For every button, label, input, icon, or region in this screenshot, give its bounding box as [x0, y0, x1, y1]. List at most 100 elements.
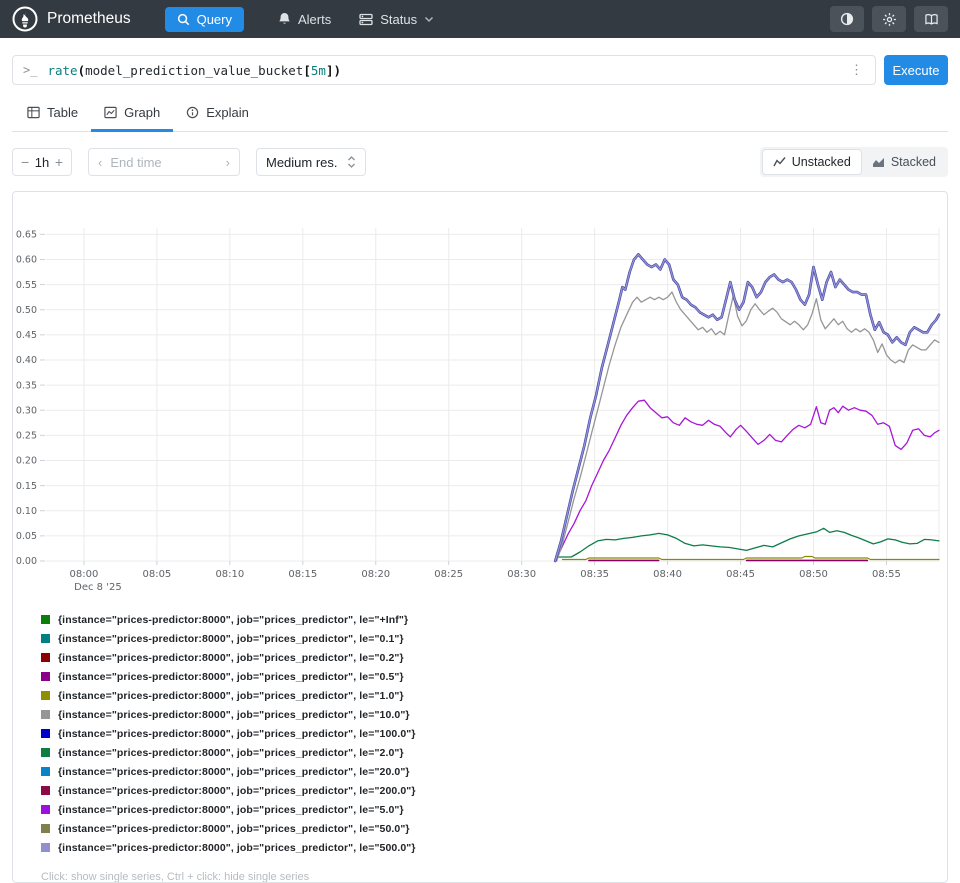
- series-legend: {instance="prices-predictor:8000", job="…: [41, 610, 947, 857]
- legend-swatch-icon: [41, 824, 50, 833]
- legend-label: {instance="prices-predictor:8000", job="…: [58, 671, 404, 683]
- legend-label: {instance="prices-predictor:8000", job="…: [58, 728, 416, 740]
- table-icon: [27, 106, 40, 119]
- nav-query-label: Query: [197, 12, 232, 27]
- nav-query-button[interactable]: Query: [165, 7, 244, 32]
- legend-item[interactable]: {instance="prices-predictor:8000", job="…: [41, 610, 947, 629]
- legend-swatch-icon: [41, 729, 50, 738]
- contrast-icon: [840, 12, 854, 26]
- nav-alerts-button[interactable]: Alerts: [266, 7, 343, 32]
- legend-item[interactable]: {instance="prices-predictor:8000", job="…: [41, 743, 947, 762]
- promql-expression[interactable]: rate(model_prediction_value_bucket[5m]): [47, 63, 848, 78]
- legend-swatch-icon: [41, 615, 50, 624]
- tab-graph-label: Graph: [124, 105, 160, 120]
- tab-table[interactable]: Table: [14, 99, 91, 132]
- legend-item[interactable]: {instance="prices-predictor:8000", job="…: [41, 705, 947, 724]
- svg-text:0.35: 0.35: [16, 380, 37, 391]
- svg-text:08:20: 08:20: [361, 569, 390, 580]
- nav-status-label: Status: [380, 12, 417, 27]
- svg-text:0.05: 0.05: [16, 531, 37, 542]
- brand-title: Prometheus: [47, 10, 131, 28]
- legend-item[interactable]: {instance="prices-predictor:8000", job="…: [41, 686, 947, 705]
- legend-item[interactable]: {instance="prices-predictor:8000", job="…: [41, 667, 947, 686]
- legend-item[interactable]: {instance="prices-predictor:8000", job="…: [41, 781, 947, 800]
- svg-text:0.20: 0.20: [16, 456, 37, 467]
- time-series-chart[interactable]: 0.000.050.100.150.200.250.300.350.400.45…: [13, 199, 947, 606]
- svg-text:08:55: 08:55: [872, 569, 901, 580]
- expression-token: rate: [47, 63, 77, 78]
- legend-swatch-icon: [41, 653, 50, 662]
- line-chart-icon: [773, 156, 786, 168]
- expression-menu-button[interactable]: ⋮: [848, 62, 865, 78]
- expression-token: 5m: [311, 63, 326, 78]
- svg-text:0.00: 0.00: [16, 556, 37, 567]
- time-forward-button[interactable]: ›: [226, 155, 230, 170]
- nav-status-menu[interactable]: Status: [347, 7, 446, 32]
- end-time-input[interactable]: End time: [110, 155, 225, 170]
- tab-explain-label: Explain: [206, 105, 249, 120]
- legend-swatch-icon: [41, 710, 50, 719]
- resolution-select[interactable]: Medium res.: [256, 148, 366, 176]
- svg-text:08:35: 08:35: [580, 569, 609, 580]
- brand[interactable]: Prometheus: [12, 6, 131, 32]
- svg-text:08:50: 08:50: [799, 569, 828, 580]
- legend-item[interactable]: {instance="prices-predictor:8000", job="…: [41, 800, 947, 819]
- legend-item[interactable]: {instance="prices-predictor:8000", job="…: [41, 838, 947, 857]
- legend-swatch-icon: [41, 748, 50, 757]
- navbar-actions: [830, 6, 948, 32]
- legend-item[interactable]: {instance="prices-predictor:8000", job="…: [41, 724, 947, 743]
- legend-label: {instance="prices-predictor:8000", job="…: [58, 842, 416, 854]
- legend-swatch-icon: [41, 786, 50, 795]
- legend-item[interactable]: {instance="prices-predictor:8000", job="…: [41, 819, 947, 838]
- unstacked-button[interactable]: Unstacked: [762, 149, 862, 175]
- tab-graph[interactable]: Graph: [91, 99, 173, 132]
- svg-text:0.45: 0.45: [16, 330, 37, 341]
- legend-swatch-icon: [41, 634, 50, 643]
- legend-item[interactable]: {instance="prices-predictor:8000", job="…: [41, 762, 947, 781]
- svg-text:Dec 8 '25: Dec 8 '25: [74, 582, 122, 593]
- docs-button[interactable]: [914, 6, 948, 32]
- svg-text:0.10: 0.10: [16, 506, 37, 517]
- range-decrease-button[interactable]: −: [21, 154, 29, 170]
- svg-text:08:05: 08:05: [142, 569, 171, 580]
- range-increase-button[interactable]: +: [55, 154, 63, 170]
- time-back-button[interactable]: ‹: [98, 155, 102, 170]
- tab-table-label: Table: [47, 105, 78, 120]
- legend-label: {instance="prices-predictor:8000", job="…: [58, 823, 410, 835]
- svg-text:0.60: 0.60: [16, 255, 37, 266]
- svg-text:08:00: 08:00: [70, 569, 99, 580]
- theme-toggle-button[interactable]: [830, 6, 864, 32]
- expression-input[interactable]: >_ rate(model_prediction_value_bucket[5m…: [12, 55, 876, 85]
- legend-item[interactable]: {instance="prices-predictor:8000", job="…: [41, 629, 947, 648]
- book-icon: [924, 13, 939, 26]
- svg-text:08:10: 08:10: [215, 569, 244, 580]
- area-chart-icon: [872, 156, 885, 168]
- status-stack-icon: [359, 13, 373, 26]
- nav-alerts-label: Alerts: [298, 12, 331, 27]
- stacked-label: Stacked: [891, 155, 936, 169]
- explain-icon: [186, 106, 199, 119]
- query-row: >_ rate(model_prediction_value_bucket[5m…: [12, 55, 948, 85]
- stacked-button[interactable]: Stacked: [862, 149, 946, 175]
- svg-text:0.50: 0.50: [16, 305, 37, 316]
- legend-label: {instance="prices-predictor:8000", job="…: [58, 652, 404, 664]
- legend-swatch-icon: [41, 691, 50, 700]
- legend-swatch-icon: [41, 767, 50, 776]
- navbar: Prometheus Query Alerts Status: [0, 0, 960, 38]
- expression-token: (: [78, 63, 86, 78]
- range-selector[interactable]: − 1h +: [12, 148, 72, 176]
- tab-explain[interactable]: Explain: [173, 99, 262, 132]
- range-value[interactable]: 1h: [35, 155, 49, 170]
- legend-label: {instance="prices-predictor:8000", job="…: [58, 709, 410, 721]
- legend-swatch-icon: [41, 672, 50, 681]
- settings-button[interactable]: [872, 6, 906, 32]
- legend-item[interactable]: {instance="prices-predictor:8000", job="…: [41, 648, 947, 667]
- legend-hint: Click: show single series, Ctrl + click:…: [41, 871, 947, 883]
- svg-text:0.30: 0.30: [16, 405, 37, 416]
- svg-text:0.25: 0.25: [16, 431, 37, 442]
- chevron-down-icon: [424, 16, 434, 23]
- execute-button[interactable]: Execute: [884, 55, 948, 85]
- end-time-picker[interactable]: ‹ End time ›: [88, 148, 240, 176]
- svg-text:0.55: 0.55: [16, 280, 37, 291]
- graph-panel: 0.000.050.100.150.200.250.300.350.400.45…: [12, 191, 948, 883]
